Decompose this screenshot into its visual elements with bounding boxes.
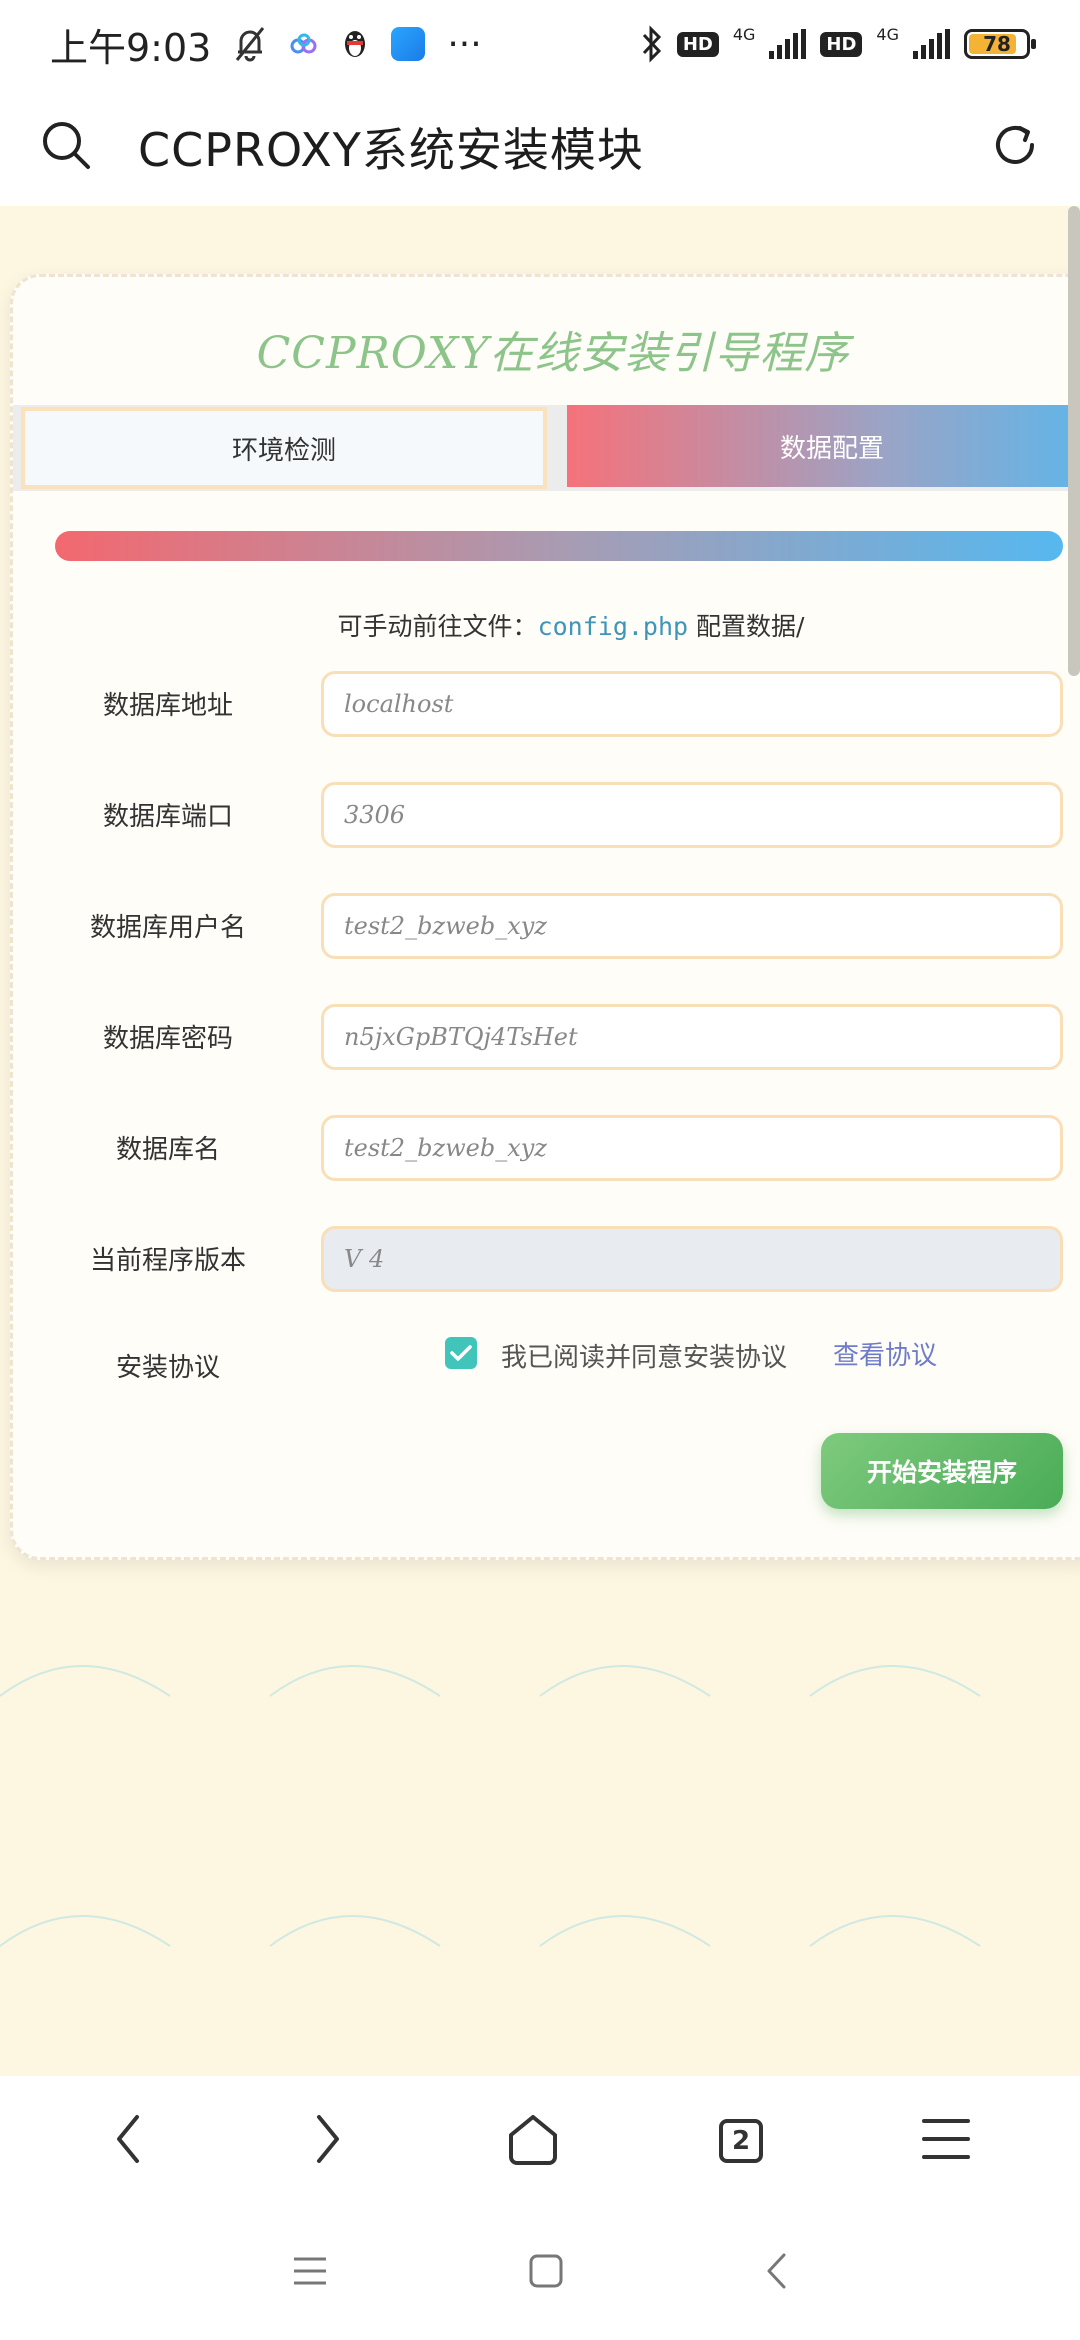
muted-bell-icon <box>233 26 267 62</box>
status-bar: 上午9:03 ··· HD 4G HD 4G 78 <box>0 0 1080 88</box>
field-version: 当前程序版本 <box>13 1226 1080 1296</box>
config-hint: 可手动前往文件：config.php 配置数据/ <box>13 607 1080 643</box>
wave-decoration <box>0 1665 981 1697</box>
installer-tabs: 环境检测 数据配置 <box>13 405 1080 491</box>
battery-level: 78 <box>983 32 1011 56</box>
db-host-input[interactable] <box>321 671 1063 737</box>
hint-prefix: 可手动前往文件： <box>337 612 538 641</box>
network-type: 4G <box>876 25 899 44</box>
recents-icon[interactable] <box>292 2256 328 2290</box>
field-label: 当前程序版本 <box>89 1246 246 1276</box>
page-content: CCPROXY在线安装引导程序 环境检测 数据配置 可手动前往文件：config… <box>0 206 1080 2076</box>
hd-badge: HD <box>820 31 863 57</box>
battery-icon: 78 <box>964 29 1036 59</box>
field-db-password: 数据库密码 <box>13 1004 1080 1074</box>
status-time: 上午9:03 <box>50 25 212 70</box>
signal-icon <box>913 29 950 59</box>
installer-card: CCPROXY在线安装引导程序 环境检测 数据配置 可手动前往文件：config… <box>10 274 1080 1560</box>
field-label: 数据库名 <box>115 1135 220 1165</box>
field-db-host: 数据库地址 <box>13 671 1080 741</box>
field-label: 数据库端口 <box>102 802 233 832</box>
system-home-icon[interactable] <box>528 2253 564 2293</box>
check-icon <box>450 1345 472 1361</box>
page-title[interactable]: CCPROXY系统安装模块 <box>138 114 644 180</box>
agreement-label: 安装协议 <box>115 1353 220 1383</box>
agreement-row: 安装协议 我已阅读并同意安装协议 查看协议 <box>13 1325 1080 1395</box>
network-type: 4G <box>732 25 756 44</box>
hd-badge: HD <box>676 31 719 57</box>
installer-title: CCPROXY在线安装引导程序 <box>256 328 850 379</box>
start-install-button[interactable]: 开始安装程序 <box>821 1433 1063 1509</box>
field-db-user: 数据库用户名 <box>13 893 1080 963</box>
tab-count-button[interactable]: 2 <box>719 2119 763 2163</box>
field-label: 数据库地址 <box>102 691 233 721</box>
scrollbar-thumb[interactable] <box>1068 206 1080 676</box>
version-input <box>321 1226 1063 1292</box>
system-back-icon[interactable] <box>764 2251 788 2295</box>
back-icon[interactable] <box>109 2111 149 2171</box>
field-db-name: 数据库名 <box>13 1115 1080 1185</box>
field-label: 数据库密码 <box>102 1024 233 1054</box>
forward-icon[interactable] <box>307 2111 347 2171</box>
view-agreement-link[interactable]: 查看协议 <box>833 1335 937 1372</box>
tab-data-config[interactable]: 数据配置 <box>567 405 1080 487</box>
reload-icon[interactable] <box>990 120 1040 174</box>
db-password-input[interactable] <box>321 1004 1063 1070</box>
db-name-input[interactable] <box>321 1115 1063 1181</box>
qq-penguin-icon <box>341 28 369 60</box>
browser-bottom-bar: 2 <box>0 2076 1080 2206</box>
browser-top-bar: CCPROXY系统安装模块 <box>0 88 1080 206</box>
config-file-name: config.php <box>537 612 689 641</box>
agree-checkbox[interactable] <box>445 1337 477 1369</box>
search-icon[interactable] <box>40 119 92 175</box>
signal-icon <box>769 29 807 59</box>
app-icon <box>391 27 426 61</box>
db-user-input[interactable] <box>321 893 1063 959</box>
system-nav-bar <box>0 2206 1080 2340</box>
hint-suffix: 配置数据/ <box>688 612 805 641</box>
tab-environment-check[interactable]: 环境检测 <box>21 407 547 489</box>
bluetooth-icon <box>641 25 663 63</box>
cloud-app-icon <box>289 32 319 56</box>
agree-text[interactable]: 我已阅读并同意安装协议 <box>501 1337 787 1374</box>
home-icon[interactable] <box>505 2111 561 2171</box>
more-notifications-icon: ··· <box>447 23 482 65</box>
progress-bar <box>55 531 1063 561</box>
db-port-input[interactable] <box>321 782 1063 848</box>
scrollbar[interactable] <box>1068 206 1080 2076</box>
field-label: 数据库用户名 <box>89 913 246 943</box>
field-db-port: 数据库端口 <box>13 782 1080 852</box>
menu-icon[interactable] <box>921 2116 971 2166</box>
wave-decoration <box>0 1915 981 1947</box>
